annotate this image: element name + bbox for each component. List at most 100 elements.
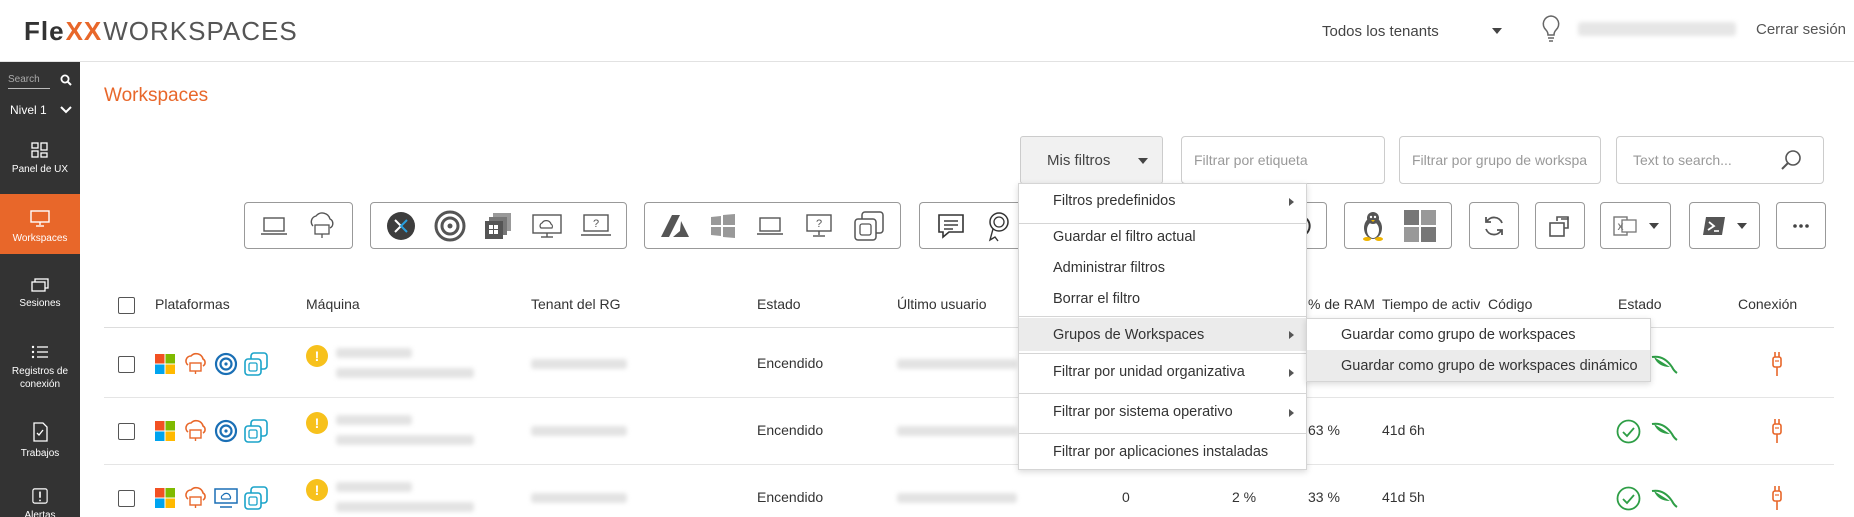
laptop-icon[interactable] <box>259 214 289 238</box>
level-select[interactable]: Nivel 1 <box>10 98 72 122</box>
azure-icon[interactable] <box>660 213 690 239</box>
menu-item-label: Filtrar por sistema operativo <box>1053 404 1233 420</box>
submenu-arrow-icon <box>1289 369 1294 377</box>
warning-icon[interactable]: ! <box>306 412 328 434</box>
user-email-redacted[interactable] <box>1578 22 1736 36</box>
my-filters-button[interactable]: Mis filtros <box>1020 136 1163 184</box>
excel-export-button[interactable]: X <box>1600 202 1671 249</box>
machine-name-redacted[interactable] <box>336 415 412 425</box>
column-header-maquina[interactable]: Máquina <box>306 296 360 312</box>
search-icon[interactable] <box>60 74 72 86</box>
menu-item-administrar-filtros[interactable]: Administrar filtros <box>1019 252 1306 284</box>
connection-plug-icon[interactable] <box>1769 418 1785 444</box>
sidebar-item-registros[interactable]: Registros de conexión <box>0 328 80 400</box>
connection-plug-icon[interactable] <box>1769 351 1785 377</box>
select-all-checkbox[interactable] <box>118 297 135 314</box>
agent-leaf-icon <box>1651 489 1678 508</box>
more-options-button[interactable] <box>1776 202 1826 249</box>
menu-item-grupos-workspaces[interactable]: Grupos de Workspaces <box>1019 318 1306 351</box>
warning-icon[interactable]: ! <box>306 479 328 501</box>
copy-windows-icon <box>244 352 268 376</box>
svg-text:?: ? <box>816 218 822 230</box>
column-header-plataformas[interactable]: Plataformas <box>155 296 230 312</box>
machine-name-redacted[interactable] <box>336 348 412 358</box>
linux-icon[interactable] <box>1359 210 1387 242</box>
column-header-tenant[interactable]: Tenant del RG <box>531 296 621 312</box>
sidebar-search <box>8 70 72 90</box>
menu-divider <box>1019 353 1306 354</box>
menu-item-sistema-operativo[interactable]: Filtrar por sistema operativo <box>1019 396 1306 428</box>
laptop-icon[interactable] <box>755 214 785 238</box>
list-icon <box>31 345 48 359</box>
cloud-desktop-icon[interactable] <box>304 211 338 240</box>
machine-name-redacted[interactable] <box>336 482 412 492</box>
refresh-icon <box>1485 216 1503 235</box>
message-icon[interactable] <box>936 212 966 240</box>
menu-item-unidad-organizativa[interactable]: Filtrar por unidad organizativa <box>1019 356 1306 388</box>
column-header-ram[interactable]: % de RAM <box>1308 296 1375 312</box>
column-header-estado-agente[interactable]: Estado <box>1618 296 1662 312</box>
menu-divider <box>1019 433 1306 434</box>
submenu-item-guardar-grupo[interactable]: Guardar como grupo de workspaces <box>1307 319 1650 350</box>
citrix-icon[interactable] <box>434 210 466 242</box>
chevron-down-icon <box>1649 222 1659 229</box>
submenu-item-label: Guardar como grupo de workspaces dinámic… <box>1341 357 1638 374</box>
sidebar-search-input[interactable] <box>8 71 50 89</box>
column-header-ultimo-usuario[interactable]: Último usuario <box>897 296 986 312</box>
uptime: 41d 6h <box>1382 422 1425 438</box>
column-header-uptime[interactable]: Tiempo de activ <box>1382 296 1488 312</box>
citrix-icon <box>214 419 238 443</box>
sidebar-item-panel-ux[interactable]: Panel de UX <box>0 130 80 188</box>
copy-windows-icon <box>244 419 268 443</box>
flexxworkspaces-logo[interactable]: Fle XX WORKSPACES <box>24 16 298 46</box>
tenant-select[interactable]: Todos los tenants <box>1322 18 1502 44</box>
sidebar-item-alertas[interactable]: Alertas <box>0 482 80 517</box>
platform-icons <box>154 419 268 443</box>
ram-usage: 63 % <box>1308 422 1340 438</box>
search-icon[interactable] <box>1780 148 1804 172</box>
copy-windows-icon[interactable] <box>853 210 885 242</box>
sidebar-item-trabajos[interactable]: Trabajos <box>0 410 80 468</box>
column-header-codigo[interactable]: Código <box>1488 296 1532 312</box>
group-filter-input[interactable] <box>1399 136 1601 184</box>
windows-icon[interactable] <box>709 212 737 240</box>
stacked-windows-icon[interactable] <box>482 210 514 242</box>
logout-link[interactable]: Cerrar sesión <box>1756 21 1846 38</box>
sidebar-item-sesiones[interactable]: Sesiones <box>0 262 80 320</box>
menu-item-aplicaciones-instaladas[interactable]: Filtrar por aplicaciones instaladas <box>1019 436 1306 468</box>
tenant-redacted <box>531 359 627 369</box>
row-checkbox[interactable] <box>118 356 135 373</box>
menu-item-filtros-predefinidos[interactable]: Filtros predefinidos <box>1019 185 1306 217</box>
submenu-item-guardar-grupo-dinamico[interactable]: Guardar como grupo de workspaces dinámic… <box>1307 350 1650 381</box>
last-user-redacted <box>897 359 1017 369</box>
platform-icons <box>154 486 268 510</box>
cloud-pc-icon[interactable] <box>531 212 563 240</box>
column-header-conexion[interactable]: Conexión <box>1738 296 1797 312</box>
tag-filter-input[interactable] <box>1181 136 1385 184</box>
certificate-icon[interactable] <box>985 210 1013 242</box>
connection-plug-icon[interactable] <box>1769 485 1785 511</box>
refresh-button[interactable] <box>1469 202 1519 249</box>
remote-desktop-icon[interactable] <box>385 210 417 242</box>
last-user-redacted <box>897 426 1017 436</box>
sidebar-item-workspaces[interactable]: Workspaces <box>0 194 80 254</box>
row-checkbox[interactable] <box>118 423 135 440</box>
unknown-monitor-icon[interactable]: ? <box>804 213 834 239</box>
table-row[interactable]: ! Encendido 0 2 % 33 % 41d 5h <box>104 465 1834 517</box>
table-row[interactable]: ! Encendido 63 % 41d 6h <box>104 398 1834 465</box>
unknown-device-icon[interactable]: ? <box>580 212 612 240</box>
menu-item-borrar-filtro[interactable]: Borrar el filtro <box>1019 283 1306 315</box>
column-header-estado[interactable]: Estado <box>757 296 801 312</box>
row-checkbox[interactable] <box>118 490 135 507</box>
menu-item-label: Grupos de Workspaces <box>1053 326 1205 343</box>
powershell-button[interactable] <box>1689 202 1760 249</box>
windows-color-icon <box>155 421 175 441</box>
lightbulb-icon[interactable] <box>1540 14 1562 44</box>
menu-item-guardar-filtro[interactable]: Guardar el filtro actual <box>1019 221 1306 253</box>
top-bar: Fle XX WORKSPACES Todos los tenants Cerr… <box>0 0 1854 62</box>
windows-tiles-icon[interactable] <box>1403 209 1437 243</box>
export-button[interactable] <box>1535 202 1585 249</box>
status-text: Encendido <box>757 355 824 371</box>
warning-icon[interactable]: ! <box>306 345 328 367</box>
logo-left-text: Fle <box>24 15 65 46</box>
